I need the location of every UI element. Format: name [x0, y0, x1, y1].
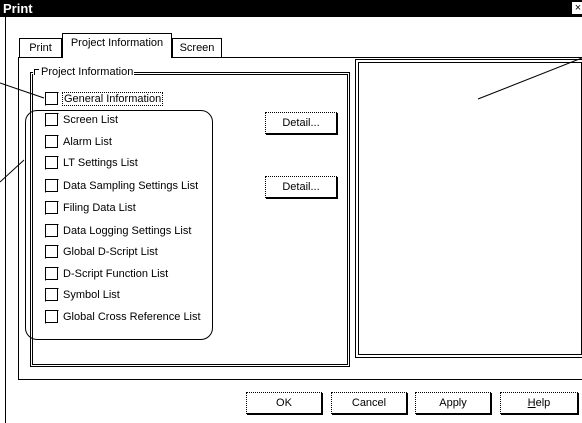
help-button-label: elp	[535, 397, 551, 409]
cancel-button-label: Cancel	[351, 397, 387, 409]
apply-button[interactable]: Apply	[415, 392, 491, 414]
annotation-leader-preview	[477, 57, 582, 100]
annotation-leader-general	[0, 82, 45, 99]
annotation-lines	[0, 57, 582, 183]
annotation-leader-callout	[0, 159, 25, 183]
help-button[interactable]: Help	[500, 392, 578, 414]
ok-button-label: OK	[276, 397, 292, 409]
help-mnemonic: H	[527, 397, 536, 409]
apply-button-label: Apply	[439, 397, 467, 409]
ok-button[interactable]: OK	[246, 392, 322, 414]
cancel-button[interactable]: Cancel	[331, 392, 407, 414]
